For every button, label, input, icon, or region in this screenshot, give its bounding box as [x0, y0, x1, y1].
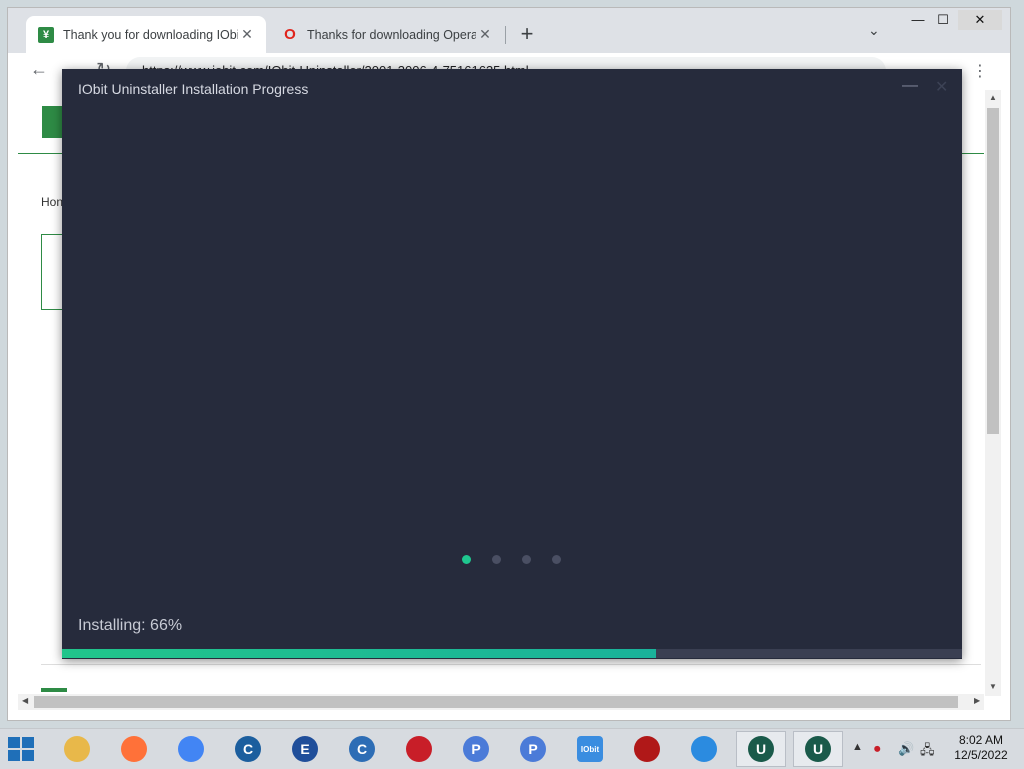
slide-dot[interactable] — [462, 555, 471, 564]
iobit-uninstaller-icon: U — [748, 736, 774, 762]
window-close-button[interactable]: ✕ — [958, 10, 1002, 30]
file-explorer-icon — [64, 736, 90, 762]
taskbar-item[interactable] — [622, 731, 672, 767]
page-rule — [41, 664, 981, 665]
clock-date: 12/5/2022 — [954, 748, 1008, 762]
opera-favicon-icon: O — [284, 26, 296, 43]
breadcrumb-home[interactable]: Hon — [41, 195, 63, 209]
tab-iobit[interactable]: ¥ Thank you for downloading IObit ✕ — [26, 16, 266, 53]
taskbar-item[interactable]: C — [223, 731, 273, 767]
tab-close-icon[interactable]: ✕ — [476, 26, 494, 43]
blue-app-icon: E — [292, 736, 318, 762]
shield-app-icon — [691, 736, 717, 762]
slide-indicator — [462, 555, 561, 565]
iobit-favicon-icon: ¥ — [38, 26, 54, 43]
screen-recorder-icon — [406, 736, 432, 762]
iobit-installer-icon: IObit — [577, 736, 603, 762]
tab-title: Thank you for downloading IObit — [63, 27, 238, 42]
chrome-icon — [178, 736, 204, 762]
slide-dot[interactable] — [492, 555, 501, 564]
scroll-left-icon[interactable]: ◀ — [22, 696, 28, 705]
scrollbar-thumb[interactable] — [987, 108, 999, 434]
slide-dot[interactable] — [552, 555, 561, 564]
volume-icon[interactable]: 🔊 — [898, 741, 914, 757]
tab-separator — [505, 26, 506, 44]
taskbar-item[interactable] — [679, 731, 729, 767]
progress-bar — [62, 649, 962, 658]
tab-title: Thanks for downloading Opera — [307, 27, 476, 42]
slide-dot[interactable] — [522, 555, 531, 564]
vertical-scrollbar[interactable]: ▲ ▼ — [985, 90, 1001, 696]
installer-dialog: IObit Uninstaller Installation Progress … — [62, 69, 962, 659]
red-app-icon — [634, 736, 660, 762]
p-app-icon: P — [463, 736, 489, 762]
tab-opera[interactable]: O Thanks for downloading Opera ✕ — [270, 16, 504, 53]
taskbar-item[interactable]: E — [280, 731, 330, 767]
network-icon[interactable]: 🖧 — [920, 741, 935, 763]
ccleaner-icon: C — [235, 736, 261, 762]
site-logo[interactable] — [42, 106, 64, 138]
taskbar-item[interactable]: P — [451, 731, 501, 767]
taskbar-item[interactable]: U — [736, 731, 786, 767]
installer-close-button[interactable]: ✕ — [935, 77, 948, 97]
clock[interactable]: 8:02 AM 12/5/2022 — [946, 733, 1016, 763]
taskbar-item[interactable]: IObit — [565, 731, 615, 767]
scrollbar-thumb[interactable] — [34, 696, 958, 708]
progress-fill — [62, 649, 656, 658]
more-menu-icon[interactable]: ⋮ — [972, 61, 988, 81]
show-hidden-icons-icon[interactable]: ▲ — [852, 741, 863, 753]
taskbar-item[interactable]: P — [508, 731, 558, 767]
taskbar-item[interactable]: U — [793, 731, 843, 767]
horizontal-scrollbar[interactable]: ◀ ▶ — [18, 694, 984, 710]
taskbar-item[interactable]: C — [337, 731, 387, 767]
taskbar-item[interactable] — [166, 731, 216, 767]
page-accent — [41, 688, 67, 692]
iobit-uninstaller-2-icon: U — [805, 736, 831, 762]
installer-minimize-button[interactable]: — — [902, 77, 918, 95]
p-app-2-icon: P — [520, 736, 546, 762]
tab-close-icon[interactable]: ✕ — [238, 26, 256, 43]
scroll-up-icon[interactable]: ▲ — [989, 93, 997, 102]
taskbar: C E C P P IObit U U ▲ ⏺ 🔊 🖧 8:02 AM 12/5/2022 — [0, 728, 1024, 769]
installer-title: IObit Uninstaller Installation Progress — [78, 81, 309, 97]
back-arrow-icon[interactable]: ← — [30, 59, 48, 80]
recorder-tray-icon[interactable]: ⏺ — [874, 741, 881, 757]
scroll-right-icon[interactable]: ▶ — [974, 696, 980, 705]
taskbar-item[interactable] — [52, 731, 102, 767]
clock-time: 8:02 AM — [958, 733, 1004, 747]
taskbar-item[interactable] — [394, 731, 444, 767]
tab-search-chevron-icon[interactable]: ⌄ — [868, 22, 880, 39]
install-status: Installing: 66% — [78, 617, 183, 634]
ccleaner-browser-icon: C — [349, 736, 375, 762]
tab-strip: ¥ Thank you for downloading IObit ✕ O Th… — [8, 8, 1010, 53]
taskbar-item[interactable] — [109, 731, 159, 767]
firefox-icon — [121, 736, 147, 762]
scroll-down-icon[interactable]: ▼ — [989, 682, 997, 691]
windows-start-button[interactable] — [8, 737, 36, 761]
new-tab-button[interactable]: + — [514, 21, 540, 47]
